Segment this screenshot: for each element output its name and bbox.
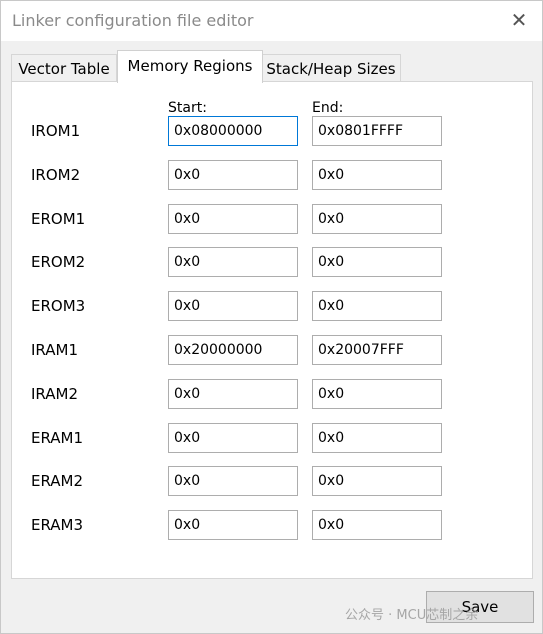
region-end-input-iram2[interactable]: 0x0 (312, 379, 442, 409)
region-start-input-eram1[interactable]: 0x0 (168, 423, 298, 453)
watermark: 公众号 · MCU芯制之余 (345, 608, 479, 623)
region-end-input-erom2[interactable]: 0x0 (312, 247, 442, 277)
region-label-irom1: IROM1 (31, 122, 81, 140)
region-label-erom1: EROM1 (31, 210, 86, 228)
region-end-input-iram1[interactable]: 0x20007FFF (312, 335, 442, 365)
memory-regions-panel: Start: End: IROM1 0x08000000 0x0801FFFF IRO… (11, 81, 533, 579)
region-start-input-irom2[interactable]: 0x0 (168, 160, 298, 190)
region-end-input-eram1[interactable]: 0x0 (312, 423, 442, 453)
region-start-input-eram2[interactable]: 0x0 (168, 466, 298, 496)
region-end-input-eram3[interactable]: 0x0 (312, 510, 442, 540)
region-label-erom2: EROM2 (31, 253, 86, 271)
tab-memory-regions[interactable]: Memory Regions (117, 50, 263, 83)
region-end-input-eram2[interactable]: 0x0 (312, 466, 442, 496)
region-start-input-iram1[interactable]: 0x20000000 (168, 335, 298, 365)
region-start-input-erom3[interactable]: 0x0 (168, 291, 298, 321)
region-start-input-erom1[interactable]: 0x0 (168, 204, 298, 234)
region-label-iram1: IRAM1 (31, 341, 78, 359)
close-icon[interactable]: ✕ (508, 8, 530, 32)
region-label-erom3: EROM3 (31, 297, 86, 315)
region-end-input-irom1[interactable]: 0x0801FFFF (312, 116, 442, 146)
region-end-input-erom3[interactable]: 0x0 (312, 291, 442, 321)
region-label-eram3: ERAM3 (31, 516, 84, 534)
linker-config-dialog: Linker configuration file editor ✕ Vecto… (0, 0, 543, 634)
tab-stack-heap-sizes[interactable]: Stack/Heap Sizes (261, 54, 401, 83)
tab-vector-table[interactable]: Vector Table (11, 54, 117, 83)
region-label-irom2: IROM2 (31, 166, 81, 184)
start-column-header: Start: (168, 100, 207, 116)
region-end-input-erom1[interactable]: 0x0 (312, 204, 442, 234)
region-start-input-irom1[interactable]: 0x08000000 (168, 116, 298, 146)
end-column-header: End: (312, 100, 344, 116)
window-title: Linker configuration file editor (12, 11, 254, 30)
region-label-eram2: ERAM2 (31, 472, 84, 490)
region-start-input-eram3[interactable]: 0x0 (168, 510, 298, 540)
region-label-iram2: IRAM2 (31, 385, 78, 403)
region-label-eram1: ERAM1 (31, 429, 84, 447)
region-end-input-irom2[interactable]: 0x0 (312, 160, 442, 190)
region-start-input-erom2[interactable]: 0x0 (168, 247, 298, 277)
region-start-input-iram2[interactable]: 0x0 (168, 379, 298, 409)
